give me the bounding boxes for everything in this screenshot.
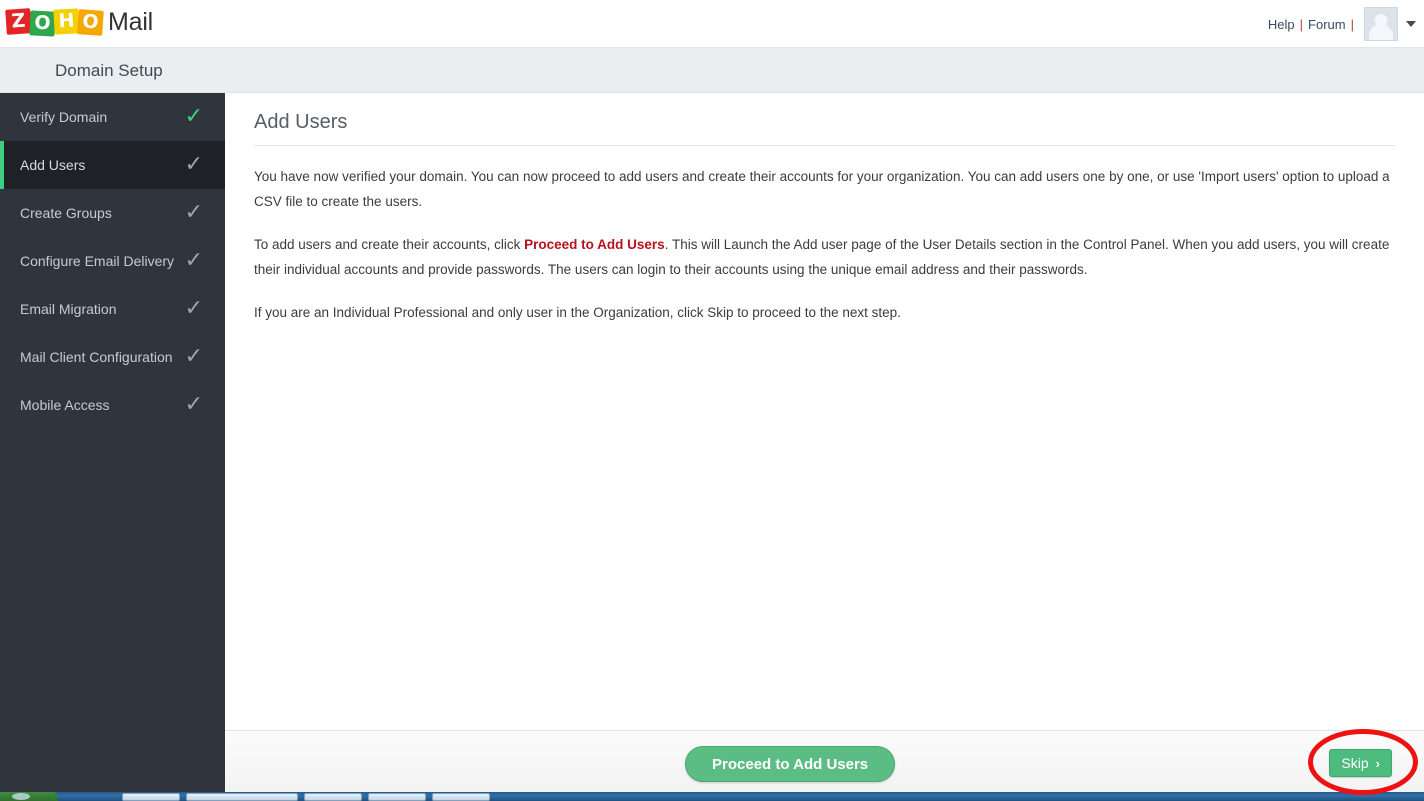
top-right-controls: Help | Forum | <box>1265 0 1416 48</box>
instruction-paragraph-1: You have now verified your domain. You c… <box>254 169 1390 209</box>
logo-tile-o-first: O <box>29 9 56 37</box>
zoho-logo-tiles: Z O H O <box>5 7 104 37</box>
section-title: Domain Setup <box>55 61 163 80</box>
sidebar-item-mail-client-configuration[interactable]: Mail Client Configuration ✓ <box>0 333 225 381</box>
check-icon: ✓ <box>184 296 203 321</box>
logo-tile-o-second: O <box>77 8 104 36</box>
proceed-to-add-users-emphasis: Proceed to Add Users <box>524 237 665 252</box>
os-taskbar <box>0 792 1424 801</box>
skip-button[interactable]: Skip › <box>1329 749 1392 777</box>
paragraph-2-lead-text: To add users and create their accounts, … <box>254 237 525 252</box>
logo-tile-h: H <box>53 7 80 35</box>
zoho-mail-logo[interactable]: Z O H O Mail <box>5 7 154 37</box>
sidebar-item-label: Configure Email Delivery <box>20 253 175 269</box>
sidebar-item-label: Verify Domain <box>20 109 108 125</box>
sidebar-item-label: Mail Client Configuration <box>20 349 173 365</box>
sidebar-item-label: Add Users <box>20 157 86 173</box>
topbar-separator-1: | <box>1299 16 1304 32</box>
start-button[interactable] <box>0 792 58 801</box>
sidebar-item-email-migration[interactable]: Email Migration ✓ <box>0 285 225 333</box>
sidebar-item-configure-email-delivery[interactable]: Configure Email Delivery ✓ <box>0 237 225 285</box>
topbar-separator-2: | <box>1350 16 1354 32</box>
taskbar-window-button[interactable] <box>368 793 426 801</box>
avatar-body-icon <box>1369 24 1393 40</box>
zoho-mail-domain-setup-page: Z O H O Mail Help | Forum | Domain Setup… <box>0 0 1424 801</box>
sidebar-item-label: Create Groups <box>20 205 112 221</box>
check-icon: ✓ <box>184 200 203 225</box>
page-title: Add Users <box>254 111 1396 146</box>
taskbar-window-button[interactable] <box>304 793 362 801</box>
check-icon: ✓ <box>184 104 203 129</box>
skip-button-label: Skip <box>1341 755 1369 771</box>
chevron-right-icon: › <box>1375 755 1380 771</box>
instruction-paragraph-2: To add users and create their accounts, … <box>254 232 1394 282</box>
avatar[interactable] <box>1364 7 1398 41</box>
sidebar-item-add-users[interactable]: Add Users ✓ <box>0 141 247 189</box>
taskbar-window-button[interactable] <box>432 793 490 801</box>
section-header-bar: Domain Setup <box>0 48 1424 93</box>
logo-tile-z: Z <box>5 7 32 35</box>
instructions-body: You have now verified your domain. You c… <box>254 146 1394 325</box>
main-content: Add Users You have now verified your dom… <box>225 93 1424 730</box>
forum-link[interactable]: Forum <box>1305 17 1349 32</box>
start-orb-icon <box>12 793 30 800</box>
sidebar-item-mobile-access[interactable]: Mobile Access ✓ <box>0 381 225 429</box>
sidebar-footer-filler <box>0 730 225 792</box>
footer-action-bar: Proceed to Add Users Skip › <box>225 730 1424 792</box>
top-bar: Z O H O Mail Help | Forum | <box>0 0 1424 48</box>
setup-steps-sidebar: Verify Domain ✓ Add Users ✓ Create Group… <box>0 93 247 792</box>
help-link[interactable]: Help <box>1265 17 1298 32</box>
sidebar-item-label: Mobile Access <box>20 397 110 413</box>
taskbar-window-button[interactable] <box>122 793 180 801</box>
logo-product-name: Mail <box>108 7 154 36</box>
sidebar-item-verify-domain[interactable]: Verify Domain ✓ <box>0 93 225 141</box>
instruction-paragraph-3: If you are an Individual Professional an… <box>254 305 901 320</box>
sidebar-item-create-groups[interactable]: Create Groups ✓ <box>0 189 225 237</box>
proceed-to-add-users-button[interactable]: Proceed to Add Users <box>685 746 896 782</box>
check-icon: ✓ <box>184 152 203 177</box>
check-icon: ✓ <box>184 248 203 273</box>
taskbar-window-button[interactable] <box>186 793 298 801</box>
chevron-down-icon[interactable] <box>1406 21 1416 27</box>
sidebar-item-label: Email Migration <box>20 301 117 317</box>
check-icon: ✓ <box>184 344 203 369</box>
check-icon: ✓ <box>184 392 203 417</box>
